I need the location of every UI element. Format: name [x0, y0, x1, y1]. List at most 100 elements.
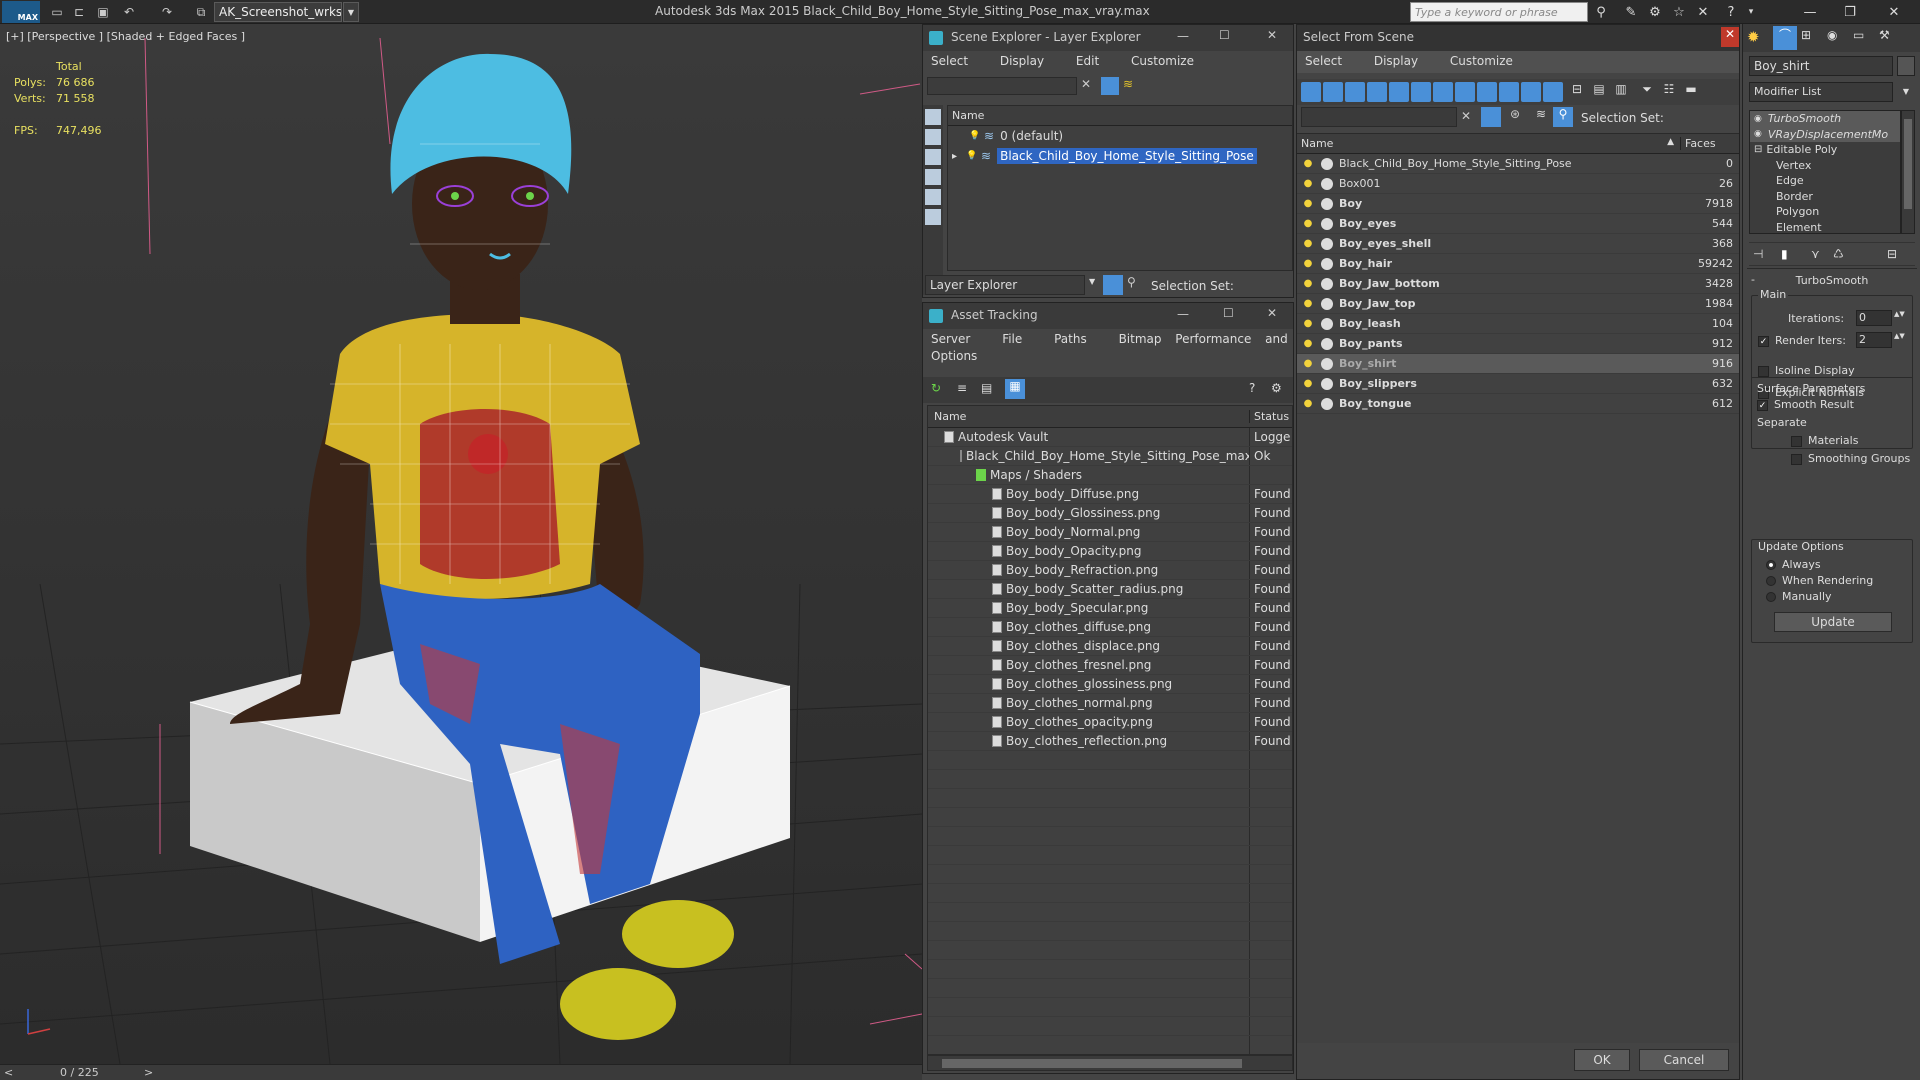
light-bulb-icon[interactable]: ●	[1301, 278, 1315, 289]
asset-row[interactable]: Boy_clothes_displace.png Found	[928, 637, 1292, 656]
isoline-checkbox[interactable]	[1758, 365, 1769, 377]
asset-row[interactable]: Boy_body_Glossiness.png Found	[928, 504, 1292, 523]
display-helpers-icon[interactable]	[1389, 82, 1409, 102]
scene-object-row[interactable]: ● Boy_leash 104	[1297, 314, 1739, 334]
layer-row[interactable]: ▸ 💡 ≋ Black_Child_Boy_Home_Style_Sitting_Po…	[948, 146, 1292, 166]
refresh-icon[interactable]: ↻	[931, 381, 941, 395]
time-slider[interactable]: < 0 / 225 >	[0, 1064, 922, 1080]
layer-tool-icon[interactable]: ≋	[1123, 77, 1141, 95]
collapse-all-icon[interactable]: ▬	[1681, 82, 1701, 102]
asset-col-status[interactable]: Status	[1250, 410, 1289, 423]
asset-row[interactable]: Boy_clothes_fresnel.png Found	[928, 656, 1292, 675]
menu-file[interactable]: File	[1002, 332, 1022, 346]
maximize-icon[interactable]: ☐	[1219, 28, 1230, 42]
collapse-icon[interactable]: ⊟	[1754, 144, 1762, 155]
asset-row[interactable]: Black_Child_Boy_Home_Style_Sitting_Pose_…	[928, 447, 1292, 466]
hierarchy-icon[interactable]: ⚲	[1127, 275, 1145, 295]
list-view-icon[interactable]: ≡	[957, 381, 967, 395]
layer-row[interactable]: 💡 ≋ 0 (default)	[948, 126, 1292, 146]
display-geometry-icon[interactable]	[925, 109, 941, 125]
light-bulb-icon[interactable]: ●	[1301, 198, 1315, 209]
select-search-input[interactable]	[1301, 107, 1457, 127]
maximize-icon[interactable]: ☐	[1223, 306, 1234, 320]
menu-display[interactable]: Display	[1000, 54, 1044, 68]
workspace-selector[interactable]: AK_Screenshot_wrksp	[214, 2, 342, 22]
clear-search-icon[interactable]: ✕	[1081, 77, 1091, 91]
time-next-button[interactable]: >	[144, 1066, 153, 1079]
display-bones-icon[interactable]	[1477, 82, 1497, 102]
modifier-stack-item[interactable]: Element	[1750, 220, 1900, 233]
search-input[interactable]: Type a keyword or phrase	[1410, 2, 1588, 22]
viewport-label[interactable]: [+] [Perspective ] [Shaded + Edged Faces…	[6, 30, 245, 43]
close-window-icon[interactable]: ✕	[1880, 2, 1908, 22]
scrollbar-thumb[interactable]	[942, 1059, 1242, 1068]
create-tab-icon[interactable]: ✹	[1747, 28, 1760, 46]
chevron-down-icon[interactable]: ▼	[1089, 277, 1095, 286]
scene-object-row[interactable]: ● Boy_eyes 544	[1297, 214, 1739, 234]
app-logo[interactable]: MAX	[2, 1, 40, 23]
asset-row[interactable]: Boy_body_Normal.png Found	[928, 523, 1292, 542]
utilities-tab-icon[interactable]: ⚒	[1879, 28, 1890, 42]
scene-object-row[interactable]: ● Boy_hair 59242	[1297, 254, 1739, 274]
display-tab-icon[interactable]: ▭	[1853, 28, 1864, 42]
project-folder-icon[interactable]: ⧉	[192, 3, 210, 21]
update-button[interactable]: Update	[1774, 612, 1892, 632]
stack-scrollbar-thumb[interactable]	[1904, 119, 1912, 209]
light-bulb-icon[interactable]: ●	[1301, 358, 1315, 369]
display-shapes-icon[interactable]	[925, 129, 941, 145]
close-icon[interactable]: ✕	[1267, 28, 1277, 42]
minimize-icon[interactable]: —	[1177, 29, 1189, 43]
display-lights-icon[interactable]	[925, 149, 941, 165]
restore-window-icon[interactable]: ❐	[1836, 2, 1864, 22]
filter-selected-icon[interactable]	[1481, 107, 1501, 127]
asset-row[interactable]: Boy_clothes_opacity.png Found	[928, 713, 1292, 732]
asset-row[interactable]: Boy_body_Scatter_radius.png Found	[928, 580, 1292, 599]
update-manually-radio[interactable]	[1766, 592, 1776, 602]
redo-icon[interactable]: ↷	[158, 3, 176, 21]
display-xrefs-icon[interactable]	[1455, 82, 1475, 102]
close-icon[interactable]: ✕	[1267, 306, 1277, 320]
smooth-result-checkbox[interactable]: ✓	[1757, 399, 1768, 411]
menu-server[interactable]: Server	[931, 332, 970, 346]
object-col-faces[interactable]: Faces	[1681, 137, 1716, 150]
modifier-stack-item[interactable]: Edge	[1750, 173, 1900, 189]
asset-col-name[interactable]: Name	[928, 410, 1250, 423]
iterations-spinner[interactable]: ▲▼	[1894, 310, 1905, 318]
minimize-window-icon[interactable]: —	[1796, 2, 1824, 22]
hierarchy-tab-icon[interactable]: ⊞	[1801, 28, 1811, 42]
expand-icon[interactable]: ▸	[952, 151, 957, 162]
render-iters-checkbox[interactable]: ✓	[1758, 335, 1769, 347]
help-icon[interactable]: ?	[1249, 381, 1255, 395]
display-spacewarps-icon[interactable]	[1411, 82, 1431, 102]
update-always-radio[interactable]	[1766, 560, 1776, 570]
undo-icon[interactable]: ↶	[120, 3, 138, 21]
layers-icon[interactable]: ≋	[1531, 107, 1551, 127]
modifier-toggle-icon[interactable]: ◉	[1754, 129, 1762, 139]
filter-options-icon[interactable]: ☷	[1659, 82, 1679, 102]
scene-object-row[interactable]: ● Boy_Jaw_top 1984	[1297, 294, 1739, 314]
display-invert-icon[interactable]: ▥	[1611, 82, 1631, 102]
filter-icon[interactable]	[1101, 77, 1119, 95]
modifier-stack-item[interactable]: ◉ TurboSmooth	[1750, 111, 1900, 127]
table-view-icon[interactable]: ▦	[1005, 379, 1025, 399]
modifier-stack-item[interactable]: Polygon	[1750, 204, 1900, 220]
filter-icon[interactable]: ⏷	[1637, 82, 1657, 102]
display-groups-icon[interactable]	[1433, 82, 1453, 102]
scene-object-row[interactable]: ● Box001 26	[1297, 174, 1739, 194]
settings-icon[interactable]: ⚙	[1271, 381, 1282, 395]
stack-scrollbar[interactable]	[1901, 110, 1915, 234]
update-rendering-radio[interactable]	[1766, 576, 1776, 586]
motion-tab-icon[interactable]: ◉	[1827, 28, 1837, 42]
menu-edit[interactable]: Edit	[1076, 54, 1099, 68]
display-shapes-icon[interactable]	[1323, 82, 1343, 102]
asset-row[interactable]: Maps / Shaders	[928, 466, 1292, 485]
scene-object-row[interactable]: ● Boy_slippers 632	[1297, 374, 1739, 394]
render-iters-input[interactable]: 2	[1856, 332, 1892, 348]
scene-object-row[interactable]: ● Boy_Jaw_bottom 3428	[1297, 274, 1739, 294]
light-bulb-icon[interactable]: ●	[1301, 158, 1315, 169]
show-end-result-icon[interactable]: ▮	[1781, 247, 1788, 261]
tools-icon[interactable]: ✎	[1622, 3, 1640, 21]
object-name-input[interactable]: Boy_shirt	[1749, 56, 1893, 76]
light-bulb-icon[interactable]: ●	[1301, 318, 1315, 329]
modifier-stack-item[interactable]: Vertex	[1750, 158, 1900, 174]
